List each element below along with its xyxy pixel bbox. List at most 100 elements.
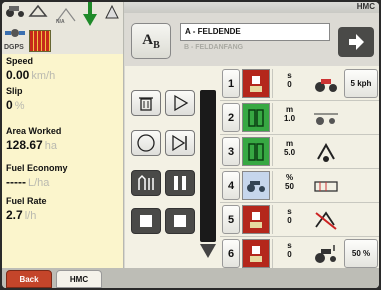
- step-number[interactable]: 3: [222, 137, 240, 166]
- circle-icon: [137, 134, 155, 152]
- sequence-step-list: 1 s0 5 kph 2 m 1.0 3 m 5.0 4 % 50 5 s 0 …: [220, 66, 379, 268]
- tractor-throttle-icon: [315, 244, 336, 263]
- step-number[interactable]: 5: [222, 205, 240, 234]
- trigger-icon[interactable]: [310, 137, 342, 166]
- step-play-button[interactable]: [165, 130, 195, 156]
- bottom-tab-bar: Back HMC: [2, 268, 379, 288]
- ab-toggle-icon: AB: [142, 32, 160, 51]
- step-value[interactable]: m 5.0: [272, 137, 306, 166]
- stop-button-left[interactable]: [131, 208, 161, 234]
- arrow-down-green-icon: [82, 2, 98, 28]
- sequence-a-label[interactable]: A - FELDENDE: [180, 23, 330, 41]
- scrollbar-track[interactable]: [200, 90, 216, 242]
- sequence-step-row[interactable]: 4 % 50: [220, 169, 379, 202]
- stop-button-right[interactable]: [165, 208, 195, 234]
- area-worked-readout: Area Worked 128.67 ha: [6, 126, 122, 154]
- app-title: HMC: [356, 2, 375, 11]
- slip-readout: Slip 0%: [6, 86, 122, 114]
- mini-status-label: N/A: [56, 19, 65, 25]
- hitch-icon: [250, 245, 262, 262]
- sequence-step-row[interactable]: 3 m 5.0: [220, 135, 379, 168]
- pause-button[interactable]: [165, 170, 195, 196]
- trigger-icon[interactable]: [310, 171, 342, 200]
- hmc-tab[interactable]: HMC: [56, 270, 102, 288]
- step-mode-button[interactable]: [131, 170, 161, 196]
- step-value[interactable]: s0: [272, 69, 306, 98]
- step-amount: 0: [287, 80, 292, 89]
- performance-info-panel: Speed 0.00 km/h Slip 0% Area Worked 128.6…: [2, 54, 124, 268]
- delete-sequence-button[interactable]: [131, 90, 161, 116]
- sequence-header: AB A - FELDENDE B - FELDANFANG: [125, 13, 379, 66]
- record-button[interactable]: [131, 130, 161, 156]
- stop-icon: [174, 215, 186, 227]
- area-worked-value: 128.67: [6, 138, 43, 152]
- satellite-icon: [4, 24, 26, 42]
- step-number[interactable]: 1: [222, 69, 240, 98]
- sequence-step-row[interactable]: 6 s0 50 %: [220, 237, 379, 270]
- status-icon-area: N/A DGPS: [2, 2, 124, 54]
- area-worked-unit: ha: [44, 140, 57, 152]
- sequence-b-label[interactable]: B - FELDANFANG: [180, 41, 330, 59]
- step-value[interactable]: s0: [272, 205, 306, 234]
- sequence-scrollbar[interactable]: [198, 90, 218, 262]
- scroll-down-arrow-icon[interactable]: [198, 242, 218, 260]
- function-button[interactable]: [242, 171, 270, 200]
- fuel-rate-readout: Fuel Rate 2.7 l/h: [6, 196, 122, 224]
- throttle-setting-button[interactable]: 50 %: [344, 239, 378, 268]
- pause-icon: [174, 176, 186, 190]
- pto-tractor-icon: [247, 180, 265, 192]
- fuel-economy-unit: L/ha: [27, 177, 50, 189]
- function-button[interactable]: [242, 205, 270, 234]
- step-value[interactable]: m 1.0: [272, 103, 306, 132]
- sequence-selector[interactable]: A - FELDENDE B - FELDANFANG: [180, 23, 330, 59]
- function-button[interactable]: [242, 137, 270, 166]
- step-number[interactable]: 6: [222, 239, 240, 268]
- sequence-step-row[interactable]: 2 m 1.0: [220, 101, 379, 134]
- step-unit: m: [285, 105, 294, 114]
- next-arrow-button[interactable]: [338, 27, 374, 57]
- hitch-icon: [250, 211, 262, 228]
- tractor-status-icon: [4, 4, 26, 18]
- step-amount: 0: [287, 250, 292, 259]
- distance-tractor-icon: [314, 113, 338, 125]
- step-unit: %: [285, 173, 294, 182]
- step-value[interactable]: s0: [272, 239, 306, 268]
- fuel-economy-label: Fuel Economy: [6, 163, 68, 173]
- bell-icon: [102, 4, 122, 22]
- fuel-rate-label: Fuel Rate: [6, 196, 47, 206]
- arrow-right-icon: [349, 34, 364, 50]
- red-warning-icon: [29, 30, 51, 52]
- step-number[interactable]: 2: [222, 103, 240, 132]
- step-number[interactable]: 4: [222, 171, 240, 200]
- function-button[interactable]: [242, 69, 270, 98]
- valve-icon: [248, 142, 264, 161]
- engine-speed-icon: [314, 180, 338, 192]
- hitch-icon: [250, 75, 262, 92]
- diff-lock-off-icon: [315, 210, 337, 230]
- sequence-step-row[interactable]: 5 s0: [220, 203, 379, 236]
- ab-sub-label: B: [153, 39, 160, 51]
- play-button[interactable]: [165, 90, 195, 116]
- trigger-icon[interactable]: [310, 205, 342, 234]
- step-unit: m: [285, 139, 294, 148]
- trigger-icon[interactable]: [310, 69, 342, 98]
- trash-icon: [139, 97, 153, 111]
- step-amount: 5.0: [283, 148, 296, 157]
- ab-label: A: [142, 31, 154, 48]
- step-side-value: [344, 103, 378, 132]
- trigger-icon[interactable]: [310, 103, 342, 132]
- area-worked-label: Area Worked: [6, 126, 62, 136]
- speed-setting-button[interactable]: 5 kph: [344, 69, 378, 98]
- step-value[interactable]: % 50: [272, 171, 306, 200]
- ab-sequence-toggle-button[interactable]: AB: [131, 23, 171, 59]
- implement-status-icon: [28, 4, 48, 18]
- slip-value: 0: [6, 98, 13, 112]
- function-button[interactable]: [242, 239, 270, 268]
- sequence-step-row[interactable]: 1 s0 5 kph: [220, 67, 379, 100]
- step-side-value: [344, 205, 378, 234]
- trigger-icon[interactable]: [310, 239, 342, 268]
- fuel-rate-unit: l/h: [24, 210, 37, 222]
- function-button[interactable]: [242, 103, 270, 132]
- back-tab[interactable]: Back: [6, 270, 52, 288]
- gps-label: DGPS: [4, 44, 24, 51]
